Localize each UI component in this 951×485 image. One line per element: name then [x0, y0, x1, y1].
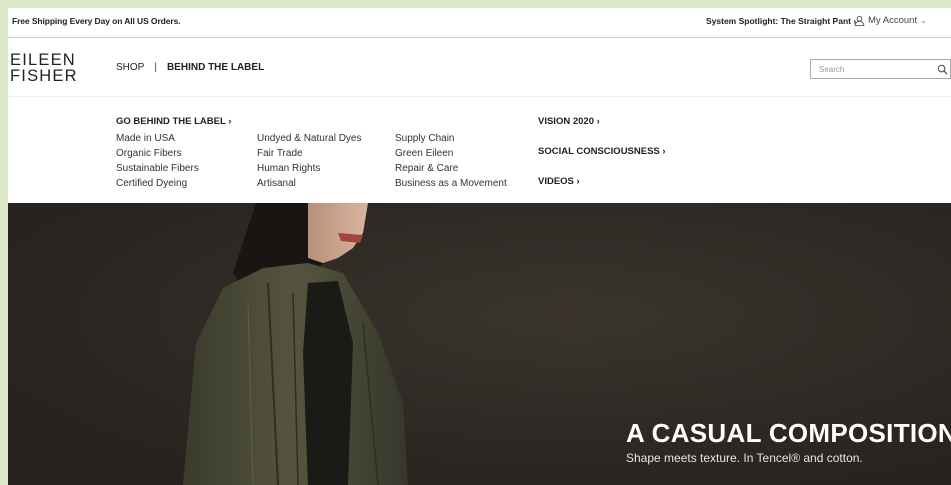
hero-subtitle: Shape meets texture. In Tencel® and cott… — [626, 451, 863, 465]
nav-shop[interactable]: SHOP — [116, 62, 144, 73]
utility-bar: Free Shipping Every Day on All US Orders… — [8, 8, 951, 38]
menu-item-undyed-natural-dyes[interactable]: Undyed & Natural Dyes — [257, 131, 362, 146]
menu-item-business-as-a-movement[interactable]: Business as a Movement — [395, 176, 507, 191]
mega-menu-column-3: Supply Chain Green Eileen Repair & Care … — [395, 131, 507, 191]
nav-behind-the-label[interactable]: BEHIND THE LABEL — [167, 62, 264, 73]
system-spotlight-link[interactable]: System Spotlight: The Straight Pant › — [706, 16, 856, 26]
user-icon — [854, 15, 865, 26]
nav-separator: | — [154, 62, 157, 73]
my-account-menu[interactable]: My Account ⌄ — [854, 15, 927, 26]
search-box — [810, 59, 951, 79]
hero-banner[interactable]: A CASUAL COMPOSITION Shape meets texture… — [8, 203, 951, 485]
videos-link[interactable]: VIDEOS › — [538, 176, 580, 187]
menu-item-sustainable-fibers[interactable]: Sustainable Fibers — [116, 161, 199, 176]
menu-item-repair-care[interactable]: Repair & Care — [395, 161, 507, 176]
logo-line-2: FISHER — [10, 67, 78, 85]
my-account-label: My Account — [868, 15, 918, 26]
mega-menu-column-2: Undyed & Natural Dyes Fair Trade Human R… — [257, 131, 362, 191]
mega-menu-column-1: Made in USA Organic Fibers Sustainable F… — [116, 131, 199, 191]
menu-item-supply-chain[interactable]: Supply Chain — [395, 131, 507, 146]
hero-title: A CASUAL COMPOSITION — [626, 418, 951, 448]
free-shipping-banner[interactable]: Free Shipping Every Day on All US Orders… — [12, 16, 181, 26]
menu-item-made-in-usa[interactable]: Made in USA — [116, 131, 199, 146]
logo-line-1: EILEEN — [10, 51, 76, 69]
site-header: EILEEN FISHER SHOP | BEHIND THE LABEL — [8, 38, 951, 96]
behind-the-label-mega-menu: GO BEHIND THE LABEL › Made in USA Organi… — [8, 96, 951, 203]
page: Free Shipping Every Day on All US Orders… — [8, 8, 951, 485]
eileen-fisher-logo[interactable]: EILEEN FISHER — [10, 51, 78, 85]
menu-item-green-eileen[interactable]: Green Eileen — [395, 146, 507, 161]
menu-item-human-rights[interactable]: Human Rights — [257, 161, 362, 176]
menu-item-fair-trade[interactable]: Fair Trade — [257, 146, 362, 161]
menu-item-organic-fibers[interactable]: Organic Fibers — [116, 146, 199, 161]
vision-2020-link[interactable]: VISION 2020 › — [538, 116, 600, 127]
menu-item-artisanal[interactable]: Artisanal — [257, 176, 362, 191]
chevron-down-icon: ⌄ — [920, 16, 927, 25]
search-input[interactable] — [819, 64, 929, 75]
go-behind-the-label-link[interactable]: GO BEHIND THE LABEL › — [116, 116, 231, 127]
menu-item-certified-dyeing[interactable]: Certified Dyeing — [116, 176, 199, 191]
search-icon[interactable] — [937, 64, 948, 75]
main-nav: SHOP | BEHIND THE LABEL — [116, 62, 264, 73]
social-consciousness-link[interactable]: SOCIAL CONSCIOUSNESS › — [538, 146, 666, 157]
